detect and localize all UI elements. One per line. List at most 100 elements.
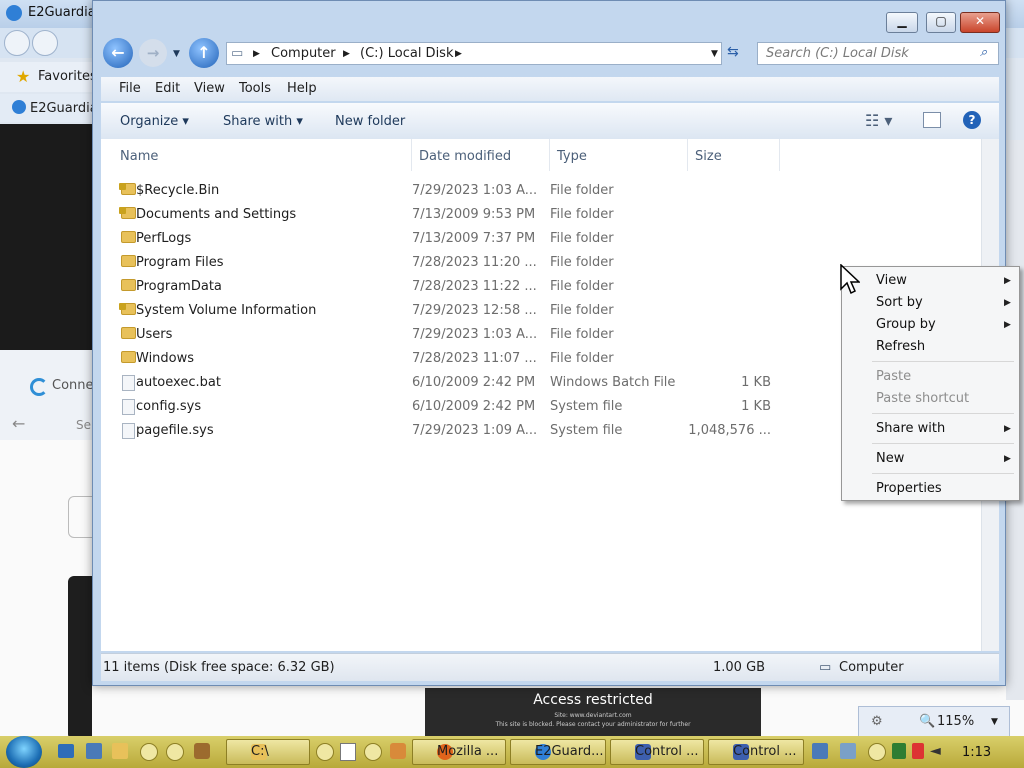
- table-row[interactable]: Documents and Settings 7/13/2009 9:53 PM F…: [101, 203, 781, 227]
- back-button[interactable]: ←: [103, 38, 133, 68]
- cell-size: 1 KB: [741, 399, 771, 414]
- start-button[interactable]: [6, 736, 42, 768]
- close-button[interactable]: ✕: [960, 12, 1000, 33]
- cell-date: 6/10/2009 2:42 PM: [412, 399, 536, 414]
- table-row[interactable]: Windows 7/28/2023 11:07 ... File folder: [101, 347, 781, 371]
- tray-app-icon[interactable]: [812, 743, 828, 759]
- minimize-button[interactable]: ▁: [886, 12, 918, 33]
- favorites-button[interactable]: Favorites: [38, 69, 97, 84]
- breadcrumb-separator-icon: ▶: [253, 49, 260, 59]
- tray-network-icon[interactable]: [868, 743, 886, 761]
- cell-type: File folder: [550, 327, 614, 342]
- browser-title: E2Guardia: [28, 5, 96, 20]
- quicklaunch-desktop-icon[interactable]: [58, 744, 74, 758]
- new-folder-button[interactable]: New folder: [335, 114, 405, 129]
- security-icon: ⚙: [871, 714, 883, 729]
- quicklaunch-app-icon[interactable]: [86, 743, 102, 759]
- taskbar-doc-icon[interactable]: [340, 743, 356, 761]
- page-dark-area: [0, 124, 92, 350]
- table-row[interactable]: Program Files 7/28/2023 11:20 ... File fol…: [101, 251, 781, 275]
- cell-name: autoexec.bat: [136, 375, 221, 390]
- taskbar-explorer-c[interactable]: C:\: [226, 739, 310, 765]
- menu-view[interactable]: View: [194, 81, 225, 96]
- zoom-dropdown-icon[interactable]: ▼: [991, 717, 998, 727]
- organize-button[interactable]: Organize ▾: [120, 114, 189, 129]
- column-header-name[interactable]: Name: [113, 139, 412, 171]
- ctx-view-submenu-icon: ▶: [1004, 276, 1011, 286]
- ctx-refresh[interactable]: Refresh: [876, 339, 925, 354]
- tray-flag-icon[interactable]: [912, 743, 924, 759]
- ctx-view[interactable]: View: [876, 273, 907, 288]
- search-input[interactable]: Search (C:) Local Disk ⌕: [757, 42, 999, 65]
- column-header-size[interactable]: Size: [688, 139, 780, 171]
- taskbar-control-2[interactable]: Control ...: [708, 739, 804, 765]
- taskbar-e2guard[interactable]: E2Guard...: [510, 739, 606, 765]
- breadcrumb-computer[interactable]: Computer: [271, 46, 336, 61]
- quicklaunch-app3-icon[interactable]: [166, 743, 184, 761]
- cell-name: Windows: [136, 351, 195, 366]
- menu-edit[interactable]: Edit: [155, 81, 180, 96]
- taskbar-media-icon[interactable]: [390, 743, 406, 759]
- tray-volume-icon[interactable]: ◄: [930, 743, 941, 759]
- preview-pane-icon[interactable]: [923, 112, 941, 128]
- cell-name: System Volume Information: [136, 303, 317, 318]
- column-header-date[interactable]: Date modified: [412, 139, 550, 171]
- table-row[interactable]: config.sys 6/10/2009 2:42 PM System file 1 …: [101, 395, 781, 419]
- forward-button[interactable]: →: [139, 39, 167, 67]
- help-icon[interactable]: ?: [963, 111, 981, 129]
- taskbar-arrow-icon[interactable]: [364, 743, 382, 761]
- breadcrumb-drive[interactable]: (C:) Local Disk: [360, 46, 453, 61]
- ctx-paste-shortcut[interactable]: Paste shortcut: [876, 391, 969, 406]
- browser-back-icon[interactable]: [4, 30, 30, 56]
- cell-type: File folder: [550, 351, 614, 366]
- address-dropdown-icon[interactable]: ▼: [711, 49, 718, 59]
- breadcrumb-separator-icon: ▶: [343, 49, 350, 59]
- ctx-share-with[interactable]: Share with: [876, 421, 945, 436]
- table-row[interactable]: $Recycle.Bin 7/29/2023 1:03 A... File fold…: [101, 179, 781, 203]
- ctx-sort-by[interactable]: Sort by: [876, 295, 923, 310]
- cell-date: 7/28/2023 11:22 ...: [412, 279, 537, 294]
- ctx-properties[interactable]: Properties: [876, 481, 942, 496]
- inner-back-icon[interactable]: ←: [12, 414, 25, 433]
- zoom-control[interactable]: ⚙ 🔍 115% ▼: [858, 706, 1010, 738]
- up-button[interactable]: ↑: [189, 38, 219, 68]
- taskbar-control-1[interactable]: Control ...: [610, 739, 704, 765]
- column-header-type[interactable]: Type: [550, 139, 688, 171]
- address-bar[interactable]: ▭ ▶ Computer ▶ (C:) Local Disk ▶ ▼: [226, 42, 722, 65]
- table-row[interactable]: autoexec.bat 6/10/2009 2:42 PM Windows Bat…: [101, 371, 781, 395]
- view-options-icon[interactable]: ☷ ▾: [865, 111, 892, 130]
- taskbar-clock[interactable]: 1:13: [962, 745, 991, 760]
- recent-pages-dropdown-icon[interactable]: ▼: [173, 49, 180, 59]
- connecting-area: Conne ← Se: [0, 350, 94, 440]
- cell-name: Documents and Settings: [136, 207, 297, 222]
- taskbar-app-icon[interactable]: [316, 743, 334, 761]
- menu-tools[interactable]: Tools: [239, 81, 271, 96]
- ctx-separator: [872, 361, 1014, 362]
- tray-app2-icon[interactable]: [840, 743, 856, 759]
- menu-help[interactable]: Help: [287, 81, 317, 96]
- maximize-button[interactable]: ▢: [926, 12, 956, 33]
- menu-file[interactable]: File: [119, 81, 141, 96]
- browser-tab-label[interactable]: E2Guardia: [30, 101, 98, 116]
- ctx-new[interactable]: New: [876, 451, 904, 466]
- table-row[interactable]: PerfLogs 7/13/2009 7:37 PM File folder: [101, 227, 781, 251]
- share-with-button[interactable]: Share with ▾: [223, 114, 303, 129]
- ctx-paste[interactable]: Paste: [876, 369, 911, 384]
- table-row[interactable]: pagefile.sys 7/29/2023 1:09 A... System fi…: [101, 419, 781, 443]
- quicklaunch-app4-icon[interactable]: [194, 743, 210, 759]
- table-row[interactable]: Users 7/29/2023 1:03 A... File folder: [101, 323, 781, 347]
- browser-forward-icon[interactable]: [32, 30, 58, 56]
- refresh-icon[interactable]: ⇆: [727, 44, 739, 60]
- taskbar-mozilla[interactable]: Mozilla ...: [412, 739, 506, 765]
- table-row[interactable]: ProgramData 7/28/2023 11:22 ... File folde…: [101, 275, 781, 299]
- status-bar: 11 items (Disk free space: 6.32 GB) 1.00…: [101, 653, 999, 681]
- ctx-group-by[interactable]: Group by: [876, 317, 936, 332]
- file-icon: [122, 399, 135, 415]
- inner-search-stub[interactable]: Se: [76, 418, 91, 432]
- quicklaunch-folder-icon[interactable]: [112, 743, 128, 759]
- table-row[interactable]: System Volume Information 7/29/2023 12:58…: [101, 299, 781, 323]
- cell-name: pagefile.sys: [136, 423, 214, 438]
- cell-name: ProgramData: [136, 279, 222, 294]
- quicklaunch-app2-icon[interactable]: [140, 743, 158, 761]
- tray-shield-icon[interactable]: [892, 743, 906, 759]
